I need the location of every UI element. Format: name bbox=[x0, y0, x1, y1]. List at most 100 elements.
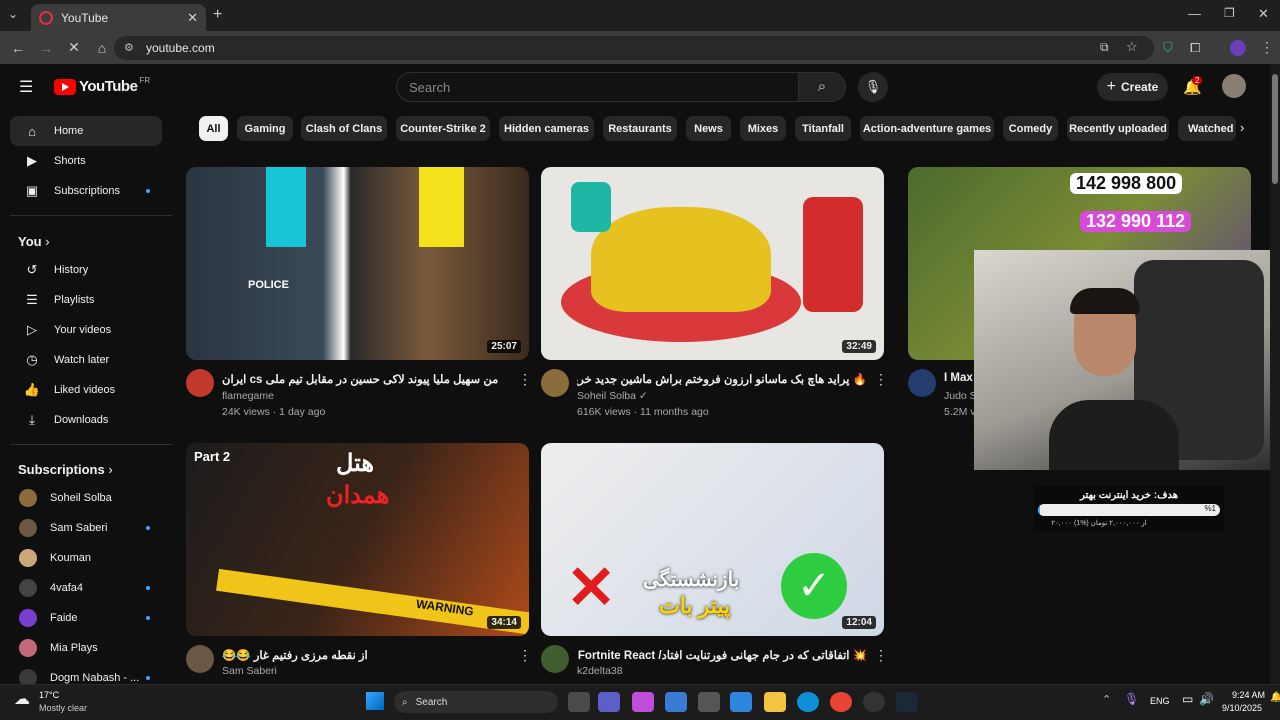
chip-comedy[interactable]: Comedy bbox=[1003, 116, 1058, 141]
sidebar-sub-mia-plays[interactable]: Mia Plays bbox=[10, 633, 162, 663]
chip-mixes[interactable]: Mixes bbox=[740, 116, 786, 141]
voice-search-button[interactable]: 🎙 bbox=[858, 72, 888, 102]
channel-avatar[interactable] bbox=[908, 369, 936, 397]
microphone-icon[interactable]: 🎙 bbox=[1124, 692, 1139, 706]
install-app-icon[interactable]: ⧉ bbox=[1100, 40, 1109, 55]
obs-icon[interactable] bbox=[863, 692, 885, 712]
chips-next-chevron-icon[interactable]: › bbox=[1240, 120, 1245, 135]
sidebar-sub-soheil-solba[interactable]: Soheil Solba bbox=[10, 483, 162, 513]
close-window-icon[interactable]: ✕ bbox=[1258, 6, 1269, 22]
task-view-icon[interactable] bbox=[568, 692, 590, 712]
steam-icon[interactable] bbox=[896, 692, 918, 712]
chip-clash-of-clans[interactable]: Clash of Clans bbox=[301, 116, 387, 141]
photos-icon[interactable] bbox=[730, 692, 752, 712]
sidebar-item-subscriptions[interactable]: ▣ Subscriptions bbox=[10, 176, 162, 206]
sidebar-item-playlists[interactable]: ☰ Playlists bbox=[10, 285, 162, 315]
chip-titanfall[interactable]: Titanfall bbox=[795, 116, 851, 141]
channel-avatar[interactable] bbox=[541, 645, 569, 673]
channel-name[interactable]: k2delta38 bbox=[577, 665, 623, 677]
notification-center-icon[interactable]: 🔔 bbox=[1270, 692, 1280, 703]
taskbar-search[interactable]: ⌕ Search bbox=[394, 691, 558, 713]
edge-icon[interactable] bbox=[797, 692, 819, 712]
search-input[interactable]: Search bbox=[396, 72, 799, 102]
home-browser-icon[interactable]: ⌂ bbox=[88, 40, 116, 56]
network-icon[interactable]: ▭ bbox=[1182, 692, 1193, 706]
channel-name[interactable]: Sam Saberi bbox=[222, 665, 277, 677]
video-title[interactable]: از نقطه مرزی رفتیم غار 😂😂 bbox=[222, 648, 512, 662]
video-options-icon[interactable]: ⋮ bbox=[518, 647, 532, 664]
show-hidden-icons-chevron-icon[interactable]: ⌃ bbox=[1102, 693, 1111, 706]
extension-shield-icon[interactable]: ⛉ bbox=[1163, 40, 1173, 56]
browser-menu-icon[interactable]: ⋮ bbox=[1260, 39, 1274, 56]
chip-action-adventure-games[interactable]: Action-adventure games bbox=[860, 116, 994, 141]
channel-name[interactable]: flamegame bbox=[222, 390, 274, 402]
video-title[interactable]: I Max bbox=[944, 372, 974, 384]
stop-loading-icon[interactable]: ✕ bbox=[60, 39, 88, 56]
forward-icon[interactable]: → bbox=[32, 40, 60, 56]
video-thumbnail[interactable]: Part 2 هتل همدان WARNING 34:14 bbox=[186, 443, 529, 636]
sidebar-sub-sam-saberi[interactable]: Sam Saberi bbox=[10, 513, 162, 543]
youtube-logo[interactable]: YouTube FR bbox=[54, 76, 150, 95]
clock-time[interactable]: 9:24 AM bbox=[1232, 690, 1265, 700]
app-icon[interactable] bbox=[698, 692, 720, 712]
video-thumbnail[interactable]: 32:49 bbox=[541, 167, 884, 360]
sidebar-sub-faide[interactable]: Faide bbox=[10, 603, 162, 633]
store-icon[interactable] bbox=[665, 692, 687, 712]
extensions-icon[interactable]: ⧠ bbox=[1190, 40, 1200, 56]
bookmark-star-icon[interactable]: ☆ bbox=[1126, 39, 1138, 55]
channel-avatar[interactable] bbox=[186, 645, 214, 673]
video-thumbnail[interactable]: ✕ ✓ بازنشستگی پیتر بات 12:04 bbox=[541, 443, 884, 636]
close-tab-icon[interactable]: ✕ bbox=[187, 10, 198, 26]
profile-avatar-icon[interactable] bbox=[1230, 40, 1246, 56]
search-button[interactable]: ⌕ bbox=[798, 72, 846, 102]
back-icon[interactable]: ← bbox=[4, 40, 32, 56]
channel-avatar[interactable] bbox=[186, 369, 214, 397]
video-options-icon[interactable]: ⋮ bbox=[874, 647, 888, 664]
sidebar-you-header[interactable]: You › bbox=[18, 234, 50, 249]
video-title[interactable]: 🔥 پراید هاچ بک ماسانو ارزون فروختم براش … bbox=[577, 372, 867, 386]
chip-restaurants[interactable]: Restaurants bbox=[603, 116, 677, 141]
chrome-icon[interactable] bbox=[830, 692, 852, 712]
channel-avatar[interactable] bbox=[541, 369, 569, 397]
sidebar-item-downloads[interactable]: ⤓ Downloads bbox=[10, 405, 162, 435]
account-avatar[interactable] bbox=[1222, 74, 1246, 98]
create-button[interactable]: + Create bbox=[1097, 73, 1168, 101]
tab-list-icon[interactable]: ⌄ bbox=[8, 7, 18, 21]
sidebar-item-history[interactable]: ↺ History bbox=[10, 255, 162, 285]
browser-tab-youtube[interactable]: YouTube ✕ bbox=[31, 4, 206, 31]
video-thumbnail[interactable]: POLICE 25:07 bbox=[186, 167, 529, 360]
guide-menu-icon[interactable]: ☰ bbox=[19, 77, 33, 97]
chip-gaming[interactable]: Gaming bbox=[237, 116, 293, 141]
sidebar-item-shorts[interactable]: ▶ Shorts bbox=[10, 146, 162, 176]
video-options-icon[interactable]: ⋮ bbox=[518, 371, 532, 388]
chip-watched[interactable]: Watched bbox=[1178, 116, 1236, 141]
sidebar-sub-4vafa4[interactable]: 4vafa4 bbox=[10, 573, 162, 603]
video-title[interactable]: من سهیل ملیا پیوند لاکی حسین در مقابل تی… bbox=[222, 372, 512, 386]
teams-icon[interactable] bbox=[598, 692, 620, 712]
start-windows-icon[interactable] bbox=[366, 692, 384, 710]
sidebar-item-home[interactable]: ⌂ Home bbox=[10, 116, 162, 146]
site-info-icon[interactable]: ⚙ bbox=[124, 41, 134, 54]
scrollbar-thumb[interactable] bbox=[1272, 74, 1278, 184]
copilot-icon[interactable] bbox=[632, 692, 654, 712]
language-indicator[interactable]: ENG bbox=[1150, 696, 1170, 706]
clock-date[interactable]: 9/10/2025 bbox=[1222, 703, 1262, 713]
chip-recently-uploaded[interactable]: Recently uploaded bbox=[1067, 116, 1169, 141]
chip-all[interactable]: All bbox=[199, 116, 228, 141]
file-explorer-icon[interactable] bbox=[764, 692, 786, 712]
sidebar-item-liked-videos[interactable]: 👍 Liked videos bbox=[10, 375, 162, 405]
chip-counter-strike-2[interactable]: Counter-Strike 2 bbox=[396, 116, 490, 141]
restore-icon[interactable]: ❐ bbox=[1224, 6, 1235, 20]
channel-name[interactable]: Judo S bbox=[944, 390, 977, 402]
video-options-icon[interactable]: ⋮ bbox=[874, 371, 888, 388]
sidebar-item-your-videos[interactable]: ▷ Your videos bbox=[10, 315, 162, 345]
new-tab-icon[interactable]: + bbox=[213, 6, 222, 24]
chip-news[interactable]: News bbox=[686, 116, 731, 141]
weather-icon[interactable]: ☁ bbox=[14, 689, 30, 709]
minimize-icon[interactable]: — bbox=[1188, 6, 1201, 21]
address-bar[interactable]: ⚙ youtube.com ⧉ ☆ bbox=[114, 36, 1154, 60]
sidebar-item-watch-later[interactable]: ◷ Watch later bbox=[10, 345, 162, 375]
video-title[interactable]: 💥 اتفاقاتی که در جام جهانی فورتنایت افتا… bbox=[577, 648, 867, 662]
chip-hidden-cameras[interactable]: Hidden cameras bbox=[499, 116, 594, 141]
page-scrollbar[interactable] bbox=[1270, 64, 1280, 684]
